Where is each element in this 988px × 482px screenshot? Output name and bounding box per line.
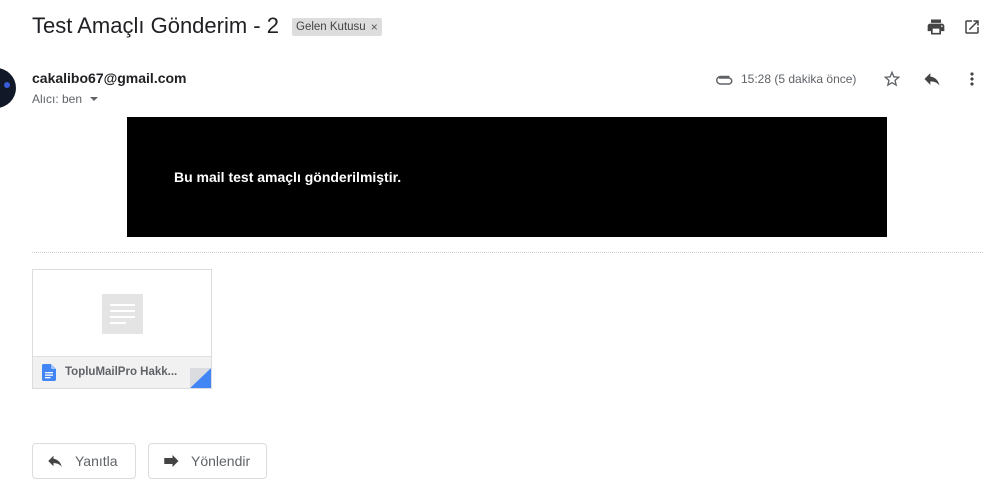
more-vert-icon[interactable] [961, 68, 983, 90]
label-chip-inbox[interactable]: Gelen Kutusu × [292, 18, 382, 36]
reply-icon[interactable] [921, 68, 943, 90]
forward-button-label: Yönlendir [191, 453, 251, 469]
sender-email[interactable]: cakalibo67@gmail.com [32, 70, 187, 86]
printer-icon[interactable] [926, 17, 946, 37]
label-chip-text: Gelen Kutusu [296, 21, 366, 33]
attachment-divider [32, 252, 983, 253]
google-docs-icon [42, 364, 56, 381]
email-body-text: Bu mail test amaçlı gönderilmiştir. [174, 169, 402, 185]
recipient-label: Alıcı: ben [32, 92, 83, 106]
chevron-down-icon[interactable] [90, 97, 99, 101]
open-in-new-window-icon[interactable] [962, 17, 982, 37]
page-fold-corner [171, 368, 211, 388]
email-body-banner: Bu mail test amaçlı gönderilmiştir. [127, 117, 887, 237]
recipient-details[interactable]: Alıcı: ben [32, 92, 99, 106]
label-remove-icon[interactable]: × [371, 18, 378, 36]
reply-button[interactable]: Yanıtla [32, 443, 136, 479]
email-timestamp: 15:28 (5 dakika önce) [741, 72, 857, 86]
email-subject: Test Amaçlı Gönderim - 2 [32, 13, 279, 38]
attachment-card[interactable]: TopluMailPro Hakk... [32, 269, 212, 389]
forward-icon [161, 451, 181, 471]
document-thumbnail-icon [102, 294, 143, 334]
forward-button[interactable]: Yönlendir [148, 443, 267, 479]
attachment-clip-icon [716, 71, 734, 85]
sender-avatar[interactable] [0, 68, 16, 108]
star-icon[interactable] [881, 68, 903, 90]
reply-button-label: Yanıtla [75, 453, 118, 469]
attachment-filename: TopluMailPro Hakk... [65, 366, 178, 378]
reply-icon [45, 451, 65, 471]
attachment-preview[interactable] [33, 270, 211, 356]
